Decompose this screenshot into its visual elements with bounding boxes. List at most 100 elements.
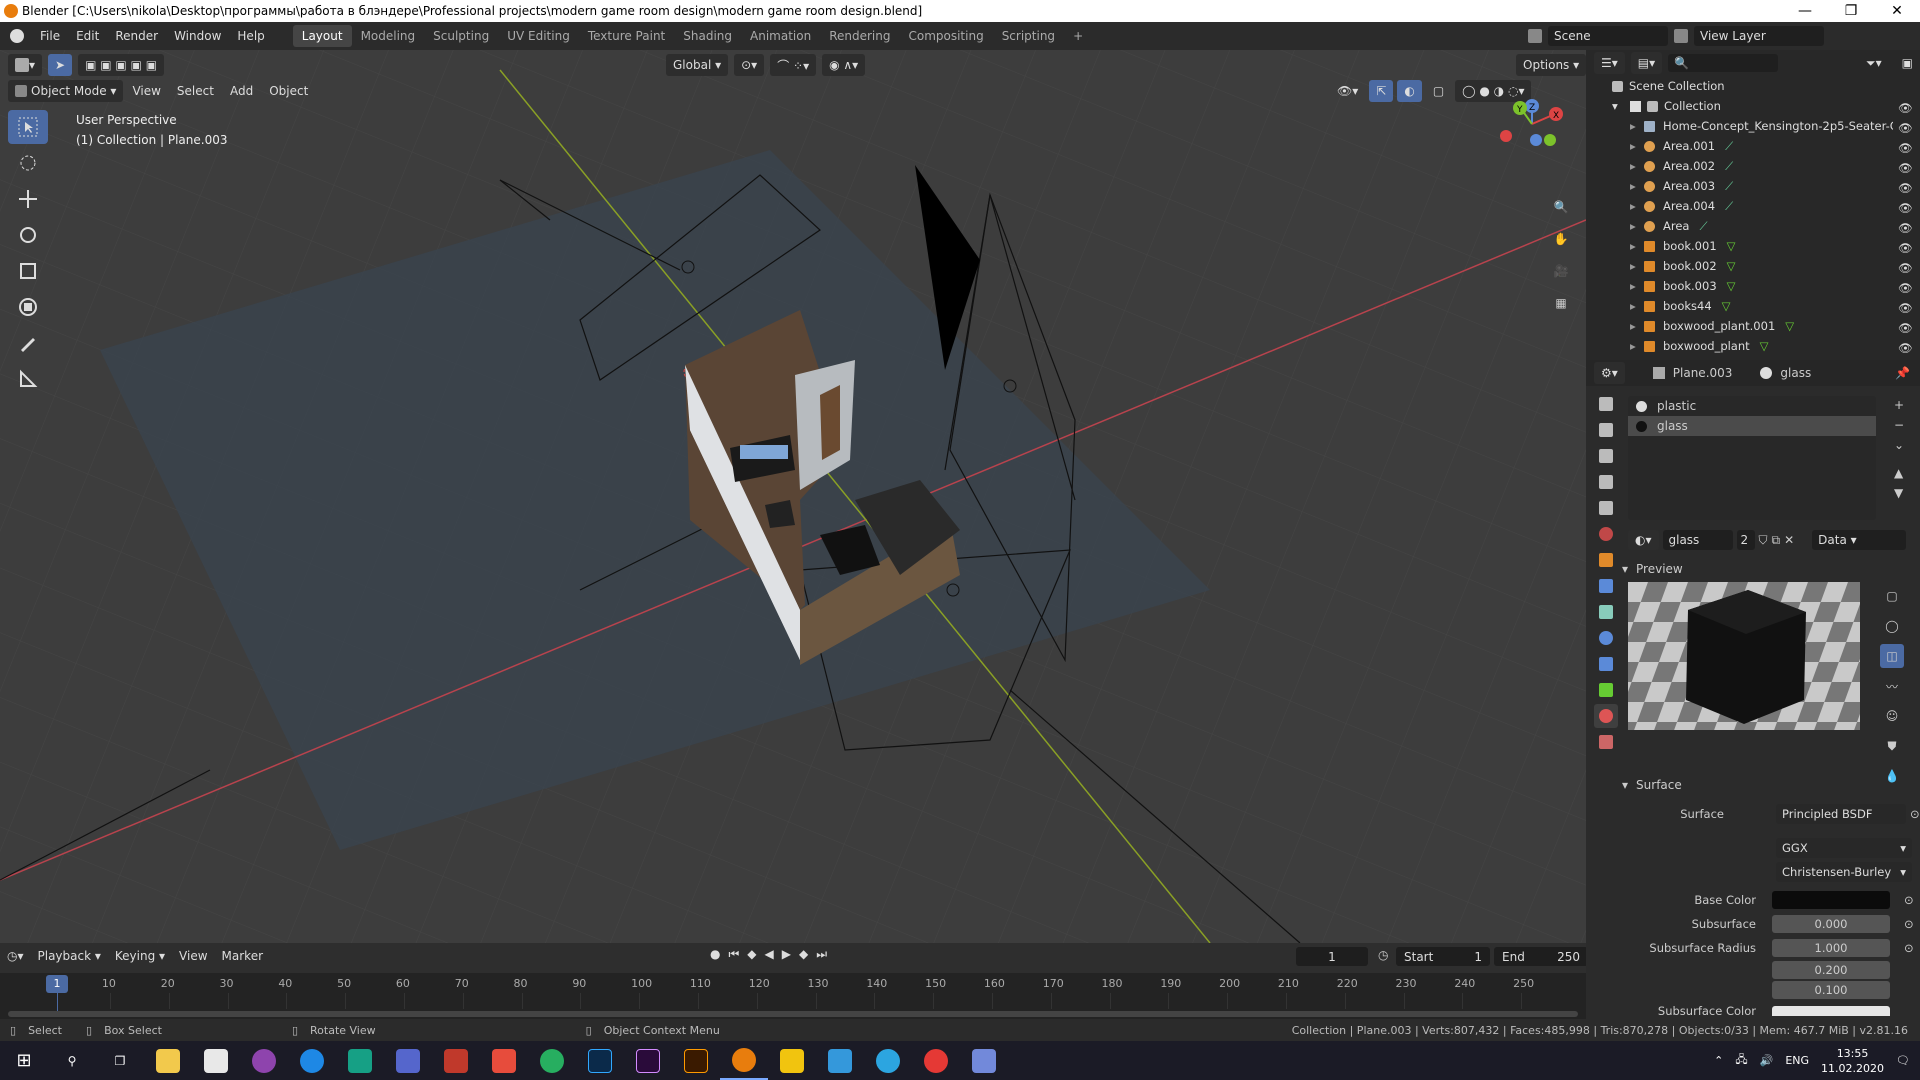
tool-tab[interactable] — [1594, 392, 1618, 416]
frame-ruler[interactable]: 10 20 30 40 50 60 70 80 90 100 110 120 130 140 150 160 1… — [0, 973, 1586, 1019]
jump-end-button[interactable]: ⏭ — [816, 947, 827, 962]
move-slot-up-button[interactable]: ▲ — [1894, 466, 1904, 480]
tab-uv-editing[interactable]: UV Editing — [498, 25, 579, 47]
telegram-button[interactable] — [864, 1041, 912, 1080]
outliner-row[interactable]: ▸ Area ⟋ 👁 — [1586, 216, 1920, 236]
gizmo-toggle-icon[interactable]: ⇱ — [1369, 80, 1394, 102]
duplicate-material-icon[interactable]: ⧉ — [1772, 533, 1781, 548]
expand-icon[interactable]: ▸ — [1630, 239, 1644, 253]
timeline-scrollbar[interactable] — [8, 1011, 1578, 1017]
tab-layout[interactable]: Layout — [292, 25, 352, 47]
particles-tab[interactable] — [1594, 600, 1618, 624]
preview-hair-icon[interactable]: 〰 — [1880, 674, 1904, 698]
view-layer-icon[interactable] — [1674, 29, 1688, 43]
pan-view-button[interactable]: ✋ — [1546, 224, 1576, 254]
menu-select[interactable]: Select — [170, 80, 221, 102]
subsurface-color-swatch[interactable] — [1772, 1006, 1890, 1016]
eye-icon[interactable]: 👁 — [1898, 101, 1913, 115]
light-data-icon[interactable]: ⟋ — [1725, 159, 1733, 174]
material-slot-glass[interactable]: glass — [1628, 416, 1876, 436]
expand-icon[interactable]: ▸ — [1630, 179, 1644, 193]
app-red-button[interactable] — [432, 1041, 480, 1080]
distribution-dropdown[interactable]: GGX ▾ — [1776, 838, 1912, 858]
tab-scripting[interactable]: Scripting — [993, 25, 1064, 47]
rotate-tool-button[interactable] — [8, 218, 48, 252]
end-frame-input[interactable]: End 250 — [1494, 947, 1588, 966]
mesh-data-icon[interactable]: ▽ — [1722, 299, 1731, 313]
mesh-data-icon[interactable]: ▽ — [1760, 339, 1769, 353]
surface-panel-header[interactable]: ▾ Surface — [1622, 778, 1682, 792]
render-tab[interactable] — [1594, 418, 1618, 442]
outliner-row[interactable]: ▸ Area.003 ⟋ 👁 — [1586, 176, 1920, 196]
tab-sculpting[interactable]: Sculpting — [424, 25, 498, 47]
search-button[interactable]: ⚲ — [48, 1041, 96, 1080]
preview-sphere-icon[interactable]: ◯ — [1880, 614, 1904, 638]
link-socket-icon[interactable]: ⊙ — [1910, 807, 1920, 821]
expand-icon[interactable]: ▸ — [1630, 319, 1644, 333]
measure-tool-button[interactable] — [8, 362, 48, 396]
light-data-icon[interactable]: ⟋ — [1725, 199, 1733, 214]
notifications-icon[interactable]: 🗨 — [1896, 1054, 1910, 1067]
scene-render[interactable] — [0, 50, 1586, 943]
blender-taskbar-button[interactable] — [720, 1041, 768, 1080]
transform-tool-button[interactable] — [8, 290, 48, 324]
checkbox-icon[interactable] — [1630, 100, 1641, 112]
outliner-row[interactable]: ▸ boxwood_plant ▽ 👁 — [1586, 336, 1920, 356]
options-dropdown[interactable]: Options ▾ — [1516, 54, 1586, 76]
preview-flat-icon[interactable]: ▢ — [1880, 584, 1904, 608]
outliner-search-input[interactable]: 🔍 — [1668, 54, 1779, 72]
pivot-point-icon[interactable]: ⊙▾ — [734, 54, 765, 76]
menu-add[interactable]: Add — [223, 80, 260, 102]
pdf-button[interactable] — [480, 1041, 528, 1080]
language-indicator[interactable]: ENG — [1785, 1054, 1809, 1067]
link-socket-icon[interactable]: ⊙ — [1904, 893, 1914, 907]
outliner-editor-type-button[interactable]: ☰▾ — [1594, 52, 1625, 74]
outliner-row[interactable]: ▸ Home-Concept_Kensington-2p5-Seater-Clot… — [1586, 116, 1920, 136]
scale-tool-button[interactable] — [8, 254, 48, 288]
preview-panel-header[interactable]: ▾ Preview — [1622, 562, 1683, 576]
eye-icon[interactable]: 👁 — [1898, 261, 1913, 275]
slot-specials-button[interactable]: ⌄ — [1894, 438, 1904, 452]
eye-icon[interactable]: 👁 — [1898, 281, 1913, 295]
outliner-row[interactable]: ▸ book.003 ▽ 👁 — [1586, 276, 1920, 296]
data-tab[interactable] — [1594, 678, 1618, 702]
visibility-icon[interactable]: 👁▾ — [1330, 80, 1365, 102]
menu-help[interactable]: Help — [229, 29, 272, 43]
editor-type-button[interactable]: ▾ — [8, 54, 43, 76]
app-m-button[interactable] — [768, 1041, 816, 1080]
eye-icon[interactable]: 👁 — [1898, 201, 1913, 215]
snap-icon[interactable]: ⌒ ⁘▾ — [770, 54, 817, 76]
expand-icon[interactable]: ▸ — [1630, 139, 1644, 153]
eye-icon[interactable]: 👁 — [1898, 221, 1913, 235]
eye-icon[interactable]: 👁 — [1898, 161, 1913, 175]
ortho-toggle-button[interactable]: ▦ — [1546, 288, 1576, 318]
3d-viewport[interactable]: ▾ ➤ ▣ ▣ ▣ ▣ ▣ Global ▾ ⊙▾ ⌒ ⁘▾ ◉ ∧▾ Opti… — [0, 50, 1586, 943]
preview-monkey-icon[interactable]: ☺ — [1880, 704, 1904, 728]
mode-dropdown[interactable]: Object Mode ▾ — [8, 80, 124, 102]
material-tab[interactable] — [1594, 704, 1618, 728]
collection-row[interactable]: ▾ Collection 👁 — [1586, 96, 1920, 116]
menu-edit[interactable]: Edit — [68, 29, 107, 43]
menu-window[interactable]: Window — [166, 29, 229, 43]
illustrator-button[interactable] — [672, 1041, 720, 1080]
expand-icon[interactable]: ▸ — [1630, 119, 1644, 133]
record-button[interactable]: ● — [710, 947, 720, 962]
view-layer-selector[interactable]: View Layer — [1694, 26, 1824, 46]
material-link-dropdown[interactable]: Data ▾ — [1812, 530, 1907, 550]
tab-rendering[interactable]: Rendering — [820, 25, 899, 47]
browse-material-button[interactable]: ◐▾ — [1628, 530, 1659, 550]
clock[interactable]: 13:55 11.02.2020 — [1821, 1046, 1884, 1076]
minimize-button[interactable]: — — [1782, 3, 1828, 19]
breadcrumb-object[interactable]: Plane.003 — [1673, 366, 1733, 380]
scene-tab[interactable] — [1594, 496, 1618, 520]
output-tab[interactable] — [1594, 444, 1618, 468]
scene-collection-row[interactable]: Scene Collection — [1586, 76, 1920, 96]
properties-editor-type-button[interactable]: ⚙▾ — [1594, 362, 1625, 384]
annotate-tool-button[interactable] — [8, 326, 48, 360]
chrome-button[interactable] — [912, 1041, 960, 1080]
preview-cloth-icon[interactable]: ⛊ — [1880, 734, 1904, 758]
navigation-gizmo[interactable]: Z Y X — [1490, 98, 1570, 178]
premiere-button[interactable] — [624, 1041, 672, 1080]
remove-slot-button[interactable]: − — [1894, 418, 1904, 432]
light-data-icon[interactable]: ⟋ — [1725, 139, 1733, 154]
